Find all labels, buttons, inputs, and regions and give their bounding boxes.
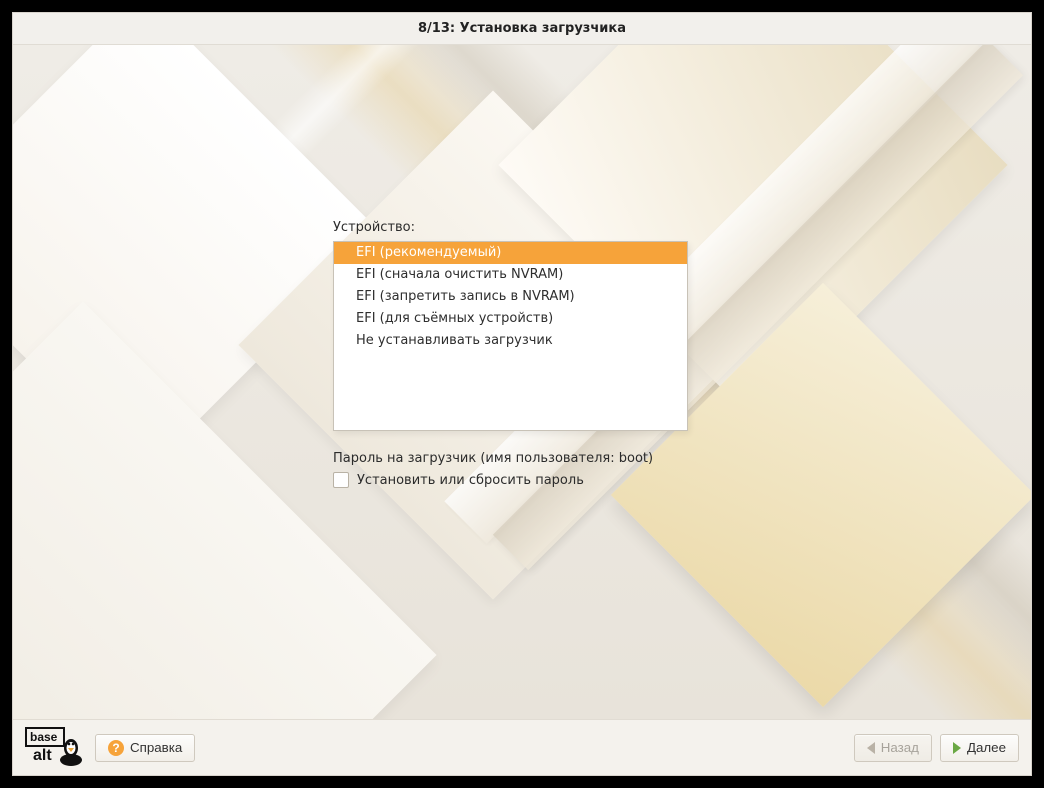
device-listbox[interactable]: EFI (рекомендуемый)EFI (сначала очистить… xyxy=(333,241,688,431)
help-button[interactable]: ? Справка xyxy=(95,734,195,762)
device-option[interactable]: EFI (рекомендуемый) xyxy=(334,242,687,264)
device-label: Устройство: xyxy=(333,220,703,235)
bootloader-form: Устройство: EFI (рекомендуемый)EFI (снач… xyxy=(333,220,703,488)
svg-text:base: base xyxy=(30,730,58,744)
installer-window: 8/13: Установка загрузчика Устройство: E… xyxy=(12,12,1032,776)
checkbox-label: Установить или сбросить пароль xyxy=(357,473,584,488)
device-option[interactable]: EFI (для съёмных устройств) xyxy=(334,308,687,330)
checkbox-box[interactable] xyxy=(333,472,349,488)
device-option[interactable]: EFI (сначала очистить NVRAM) xyxy=(334,264,687,286)
background-canvas: Устройство: EFI (рекомендуемый)EFI (снач… xyxy=(13,45,1031,719)
next-button[interactable]: Далее xyxy=(940,734,1019,762)
footer-bar: base alt ? Справка Назад Далее xyxy=(13,719,1031,775)
arrow-left-icon xyxy=(867,742,875,754)
help-button-label: Справка xyxy=(130,740,182,755)
device-option[interactable]: EFI (запретить запись в NVRAM) xyxy=(334,286,687,308)
page-title: 8/13: Установка загрузчика xyxy=(13,13,1031,45)
password-section-label: Пароль на загрузчик (имя пользователя: b… xyxy=(333,451,703,466)
set-password-checkbox-row[interactable]: Установить или сбросить пароль xyxy=(333,472,703,488)
help-icon: ? xyxy=(108,740,124,756)
next-button-label: Далее xyxy=(967,740,1006,755)
arrow-right-icon xyxy=(953,742,961,754)
device-option[interactable]: Не устанавливать загрузчик xyxy=(334,330,687,352)
basealt-logo: base alt xyxy=(25,726,83,770)
back-button-label: Назад xyxy=(881,740,919,755)
svg-text:alt: alt xyxy=(33,747,52,764)
back-button[interactable]: Назад xyxy=(854,734,932,762)
